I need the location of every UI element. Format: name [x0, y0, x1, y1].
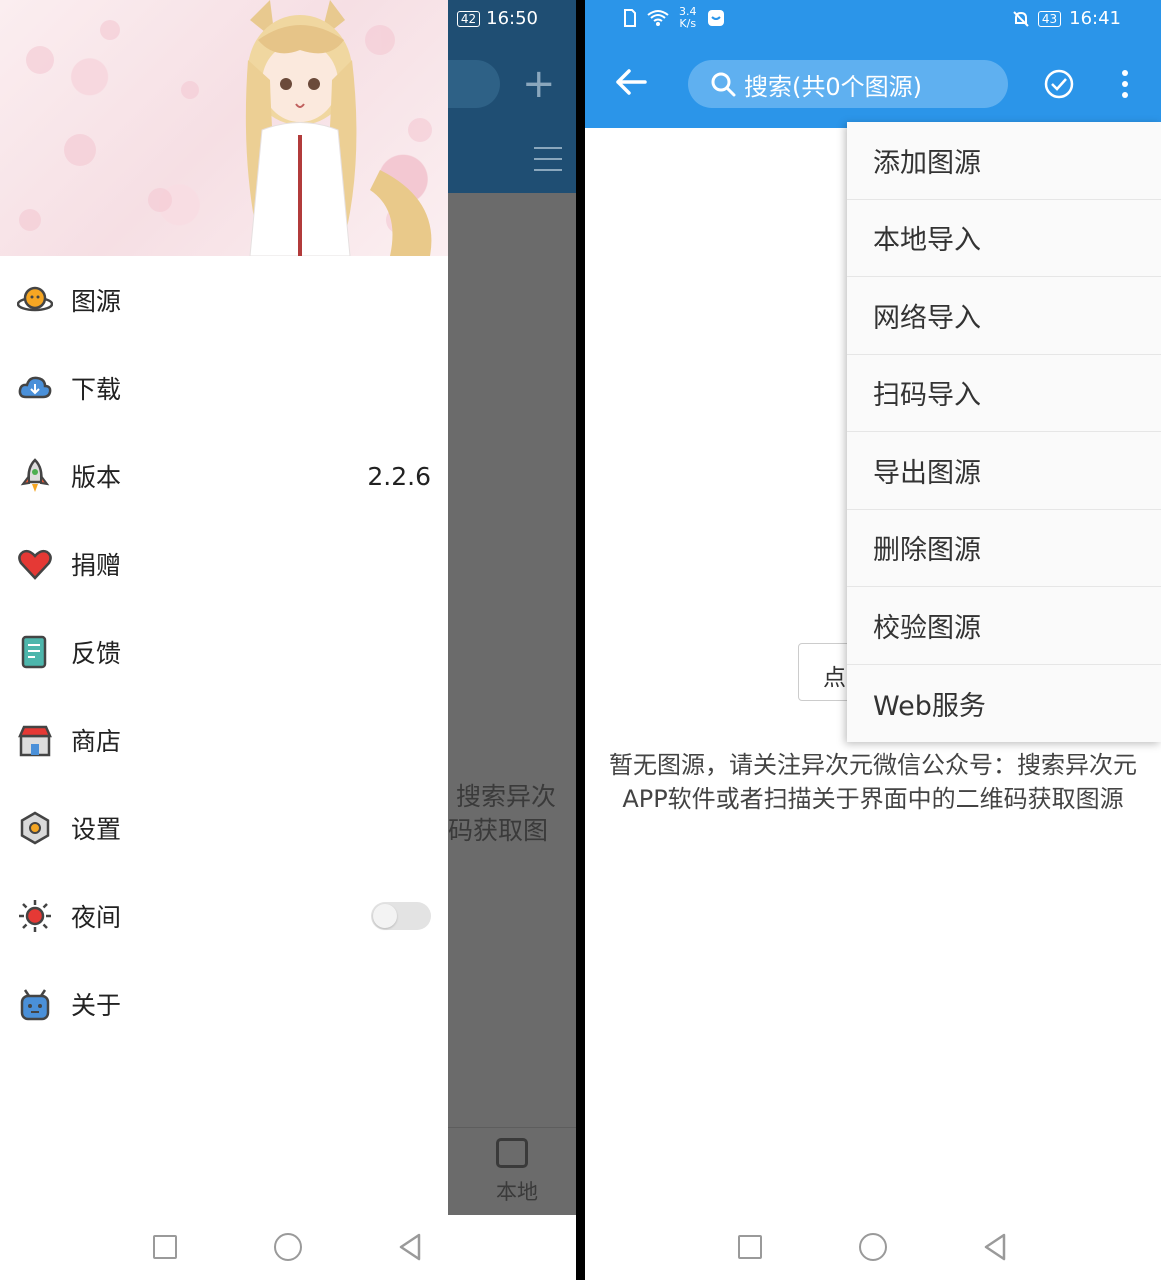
bottom-nav-label: 本地	[496, 1180, 538, 1204]
home-button[interactable]	[274, 1233, 302, 1261]
app-bar: 3.4 K/s 43 16:41 搜索(共0个图源)	[585, 0, 1161, 128]
menu-icon	[534, 147, 562, 180]
sun-icon	[17, 898, 53, 934]
status-time: 16:50	[486, 8, 538, 29]
version-number: 2.2.6	[367, 461, 431, 491]
night-mode-toggle[interactable]	[371, 902, 431, 930]
drawer-item-label: 设置	[71, 815, 122, 844]
background-empty-text: 搜索异次 码获取图	[448, 782, 557, 845]
check-circle-icon[interactable]	[1043, 68, 1075, 100]
drawer-item-label: 夜间	[71, 903, 122, 932]
drawer-item-night-mode[interactable]: 夜间	[0, 872, 448, 960]
menu-item-delete-sources[interactable]: 删除图源	[847, 510, 1161, 587]
background-bottom-nav: 本地	[448, 1127, 576, 1215]
menu-item-verify-sources[interactable]: 校验图源	[847, 587, 1161, 665]
drawer-item-label: 关于	[71, 991, 122, 1020]
recents-button[interactable]	[153, 1235, 177, 1259]
menu-item-web-service[interactable]: Web服务	[847, 665, 1161, 743]
input-text: 点	[823, 665, 846, 691]
planet-icon	[17, 282, 53, 318]
status-bar: 42 16:50	[456, 8, 538, 29]
menu-item-local-import[interactable]: 本地导入	[847, 200, 1161, 277]
back-nav-button[interactable]	[398, 1233, 422, 1261]
drawer-menu: 图源 下载 版本 2.2.6 捐赠 反馈 商店 设置 夜间 关于	[0, 256, 448, 1048]
battery-icon: 43	[1037, 10, 1062, 27]
drawer-item-label: 商店	[71, 727, 122, 756]
screen-divider	[576, 0, 585, 1280]
system-nav-bar	[0, 1215, 576, 1280]
overflow-menu: 添加图源 本地导入 网络导入 扫码导入 导出图源 删除图源 校验图源 Web服务	[847, 122, 1161, 742]
network-speed: 3.4 K/s	[679, 5, 697, 30]
status-bar-left: 3.4 K/s	[623, 6, 725, 30]
back-nav-button[interactable]	[983, 1233, 1007, 1261]
drawer-item-label: 图源	[71, 287, 122, 316]
gear-icon	[17, 810, 53, 846]
robot-icon	[17, 986, 53, 1022]
more-options-icon[interactable]	[1121, 70, 1129, 98]
menu-item-add-source[interactable]: 添加图源	[847, 122, 1161, 200]
store-icon	[17, 722, 53, 758]
menu-item-export-sources[interactable]: 导出图源	[847, 432, 1161, 510]
document-icon	[17, 634, 53, 670]
battery-icon: 42	[456, 10, 481, 27]
status-bar-right: 43 16:41	[1012, 8, 1121, 29]
left-phone-screen: 42 16:50 + 搜索异次 码获取图 本地 图源 下载 版本 2.2.6 捐…	[0, 0, 576, 1280]
sim-icon	[624, 9, 636, 27]
home-button[interactable]	[859, 1233, 887, 1261]
plus-icon: +	[522, 61, 556, 107]
drawer-item-downloads[interactable]: 下载	[0, 344, 448, 432]
drawer-item-about[interactable]: 关于	[0, 960, 448, 1048]
drawer-item-label: 反馈	[71, 639, 122, 668]
mute-bell-icon	[1013, 10, 1029, 27]
back-arrow-icon[interactable]	[613, 64, 649, 100]
drawer-item-label: 下载	[71, 375, 122, 404]
drawer-item-feedback[interactable]: 反馈	[0, 608, 448, 696]
drawer-item-label: 版本	[71, 463, 122, 492]
status-time: 16:41	[1069, 8, 1121, 29]
drawer-item-settings[interactable]: 设置	[0, 784, 448, 872]
drawer-item-store[interactable]: 商店	[0, 696, 448, 784]
search-placeholder: 搜索(共0个图源)	[744, 72, 922, 101]
search-icon	[711, 72, 736, 97]
recents-button[interactable]	[738, 1235, 762, 1259]
empty-state-message: 暂无图源，请关注异次元微信公众号：搜索异次元APP软件或者扫描关于界面中的二维码…	[609, 751, 1137, 813]
search-input[interactable]: 搜索(共0个图源)	[688, 60, 1008, 108]
navigation-drawer: 图源 下载 版本 2.2.6 捐赠 反馈 商店 设置 夜间 关于	[0, 0, 448, 1215]
drawer-item-sources[interactable]: 图源	[0, 256, 448, 344]
menu-item-scan-import[interactable]: 扫码导入	[847, 355, 1161, 432]
rocket-icon	[17, 458, 53, 494]
drawer-item-label: 捐赠	[71, 551, 122, 580]
system-nav-bar	[585, 1215, 1161, 1280]
drawer-item-version[interactable]: 版本 2.2.6	[0, 432, 448, 520]
store-icon	[496, 1138, 528, 1168]
right-phone-screen: 3.4 K/s 43 16:41 搜索(共0个图源) 点 暂无图源，请关注异次元…	[585, 0, 1161, 1280]
menu-item-network-import[interactable]: 网络导入	[847, 277, 1161, 355]
heart-icon	[17, 546, 53, 582]
app-notification-icon	[707, 10, 724, 26]
drawer-header-image	[0, 0, 448, 256]
wifi-icon	[647, 10, 669, 26]
cloud-icon	[17, 370, 53, 406]
drawer-item-donate[interactable]: 捐赠	[0, 520, 448, 608]
